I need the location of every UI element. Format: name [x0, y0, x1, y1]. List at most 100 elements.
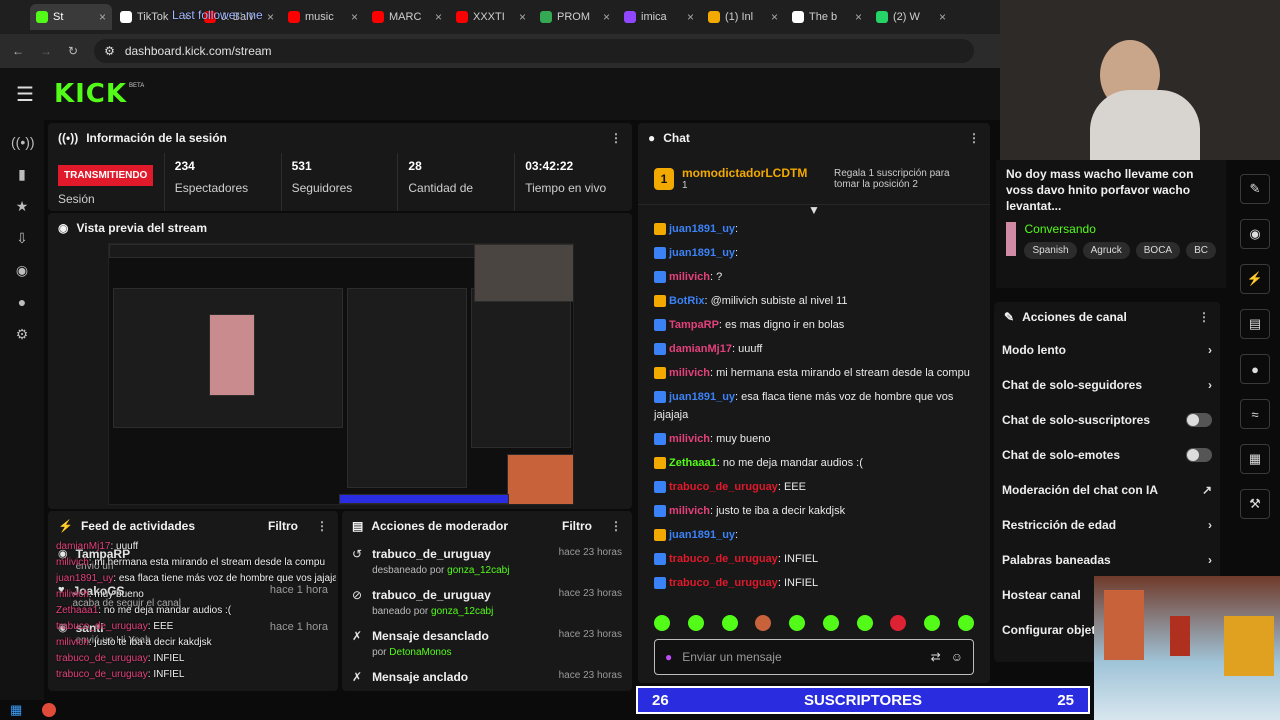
chrome-icon[interactable]: [42, 703, 57, 717]
windows-start-icon[interactable]: ▦: [10, 702, 22, 718]
back-icon[interactable]: ←: [12, 44, 24, 58]
channel-action-item[interactable]: Moderación del chat con IA ↗: [994, 472, 1220, 507]
chat-username[interactable]: milivich: [669, 271, 710, 283]
chat-bubble-icon[interactable]: ●: [1240, 354, 1270, 384]
chat-username[interactable]: damianMj17: [669, 343, 732, 355]
more-icon[interactable]: ⋮: [610, 519, 622, 533]
kick-logo[interactable]: KICK: [54, 79, 127, 109]
close-icon[interactable]: ×: [687, 10, 694, 24]
browser-tab[interactable]: The b ×: [786, 4, 868, 30]
chat-input[interactable]: ● Enviar un mensaje ⇄ ☺: [654, 639, 974, 675]
toggle-switch[interactable]: [1186, 447, 1212, 462]
browser-tab[interactable]: (1) Inl ×: [702, 4, 784, 30]
browser-tab[interactable]: St ×: [30, 4, 112, 30]
emote-icon[interactable]: [924, 615, 941, 631]
gift-cta[interactable]: Regala 1 suscripción para tomar la posic…: [834, 168, 974, 190]
chat-username[interactable]: juan1891_uy: [669, 391, 735, 403]
emote-icon[interactable]: [687, 615, 704, 631]
upload-icon[interactable]: ⇩: [11, 230, 33, 248]
browser-tab[interactable]: XXXTI ×: [450, 4, 532, 30]
layout-icon[interactable]: ▦: [1240, 444, 1270, 474]
mic-icon[interactable]: ●: [665, 650, 672, 664]
close-icon[interactable]: ×: [519, 10, 526, 24]
tag-pill[interactable]: BC: [1186, 242, 1216, 259]
wrench-icon[interactable]: ⚒: [1240, 489, 1270, 519]
broadcast-icon[interactable]: ≈: [1240, 399, 1270, 429]
tag-pill[interactable]: Spanish: [1024, 242, 1077, 259]
browser-tab[interactable]: PROM ×: [534, 4, 616, 30]
category-name[interactable]: Conversando: [1024, 222, 1216, 236]
emote-icon[interactable]: [789, 615, 806, 631]
browser-tab[interactable]: music ×: [282, 4, 364, 30]
stream-preview-video[interactable]: [108, 243, 574, 505]
emote-icon[interactable]: [890, 615, 907, 631]
browser-tab[interactable]: (2) W ×: [870, 4, 952, 30]
browser-tab[interactable]: imica ×: [618, 4, 700, 30]
more-icon[interactable]: ⋮: [1198, 310, 1210, 324]
settings-icon[interactable]: ⚙: [11, 326, 33, 344]
emote-icon[interactable]: [822, 615, 839, 631]
channel-action-item[interactable]: Chat de solo-emotes: [994, 437, 1220, 472]
chat-username[interactable]: BotRix: [669, 295, 704, 307]
channel-action-item[interactable]: Chat de solo-suscriptores: [994, 402, 1220, 437]
emote-icon[interactable]: [721, 615, 738, 631]
emote-icon[interactable]: [957, 615, 974, 631]
community-icon[interactable]: ●: [11, 294, 33, 312]
tag-pill[interactable]: BOCA: [1135, 242, 1181, 259]
tag-pill[interactable]: Agruck: [1082, 242, 1130, 259]
browser-tab[interactable]: MARC ×: [366, 4, 448, 30]
chat-username[interactable]: trabuco_de_uruguay: [669, 553, 778, 565]
chat-username[interactable]: juan1891_uy: [669, 529, 735, 541]
close-icon[interactable]: ×: [855, 10, 862, 24]
close-icon[interactable]: ×: [771, 10, 778, 24]
analytics-icon[interactable]: ▮: [11, 166, 33, 184]
chat-username[interactable]: TampaRP: [669, 319, 719, 331]
chat-username[interactable]: Zethaaa1: [669, 457, 717, 469]
more-icon[interactable]: ⋮: [968, 131, 980, 145]
menu-icon[interactable]: ☰: [16, 82, 34, 107]
translate-icon[interactable]: ⇄: [931, 650, 941, 664]
close-icon[interactable]: ×: [939, 10, 946, 24]
mod-action-by[interactable]: gonza_12cabj: [447, 565, 509, 576]
chat-username[interactable]: juan1891_uy: [669, 247, 735, 259]
close-icon[interactable]: ×: [99, 10, 106, 24]
forward-icon[interactable]: →: [40, 44, 52, 58]
reload-icon[interactable]: ↻: [68, 44, 78, 58]
chat-username[interactable]: milivich: [669, 505, 710, 517]
feed-filter-button[interactable]: Filtro: [268, 519, 298, 533]
mod-filter-button[interactable]: Filtro: [562, 519, 592, 533]
emote-icon[interactable]: [856, 615, 873, 631]
bolt-icon[interactable]: ⚡: [1240, 264, 1270, 294]
close-icon[interactable]: ×: [267, 10, 274, 24]
close-icon[interactable]: ×: [435, 10, 442, 24]
channel-action-item[interactable]: Chat de solo-seguidores ›: [994, 367, 1220, 402]
emote-icon[interactable]: [654, 615, 670, 631]
url-field[interactable]: ⚙ dashboard.kick.com/stream: [94, 39, 975, 63]
chat-username[interactable]: milivich: [669, 367, 710, 379]
more-icon[interactable]: ⋮: [610, 131, 622, 145]
chat-username[interactable]: juan1891_uy: [669, 223, 735, 235]
trophy-icon[interactable]: ★: [11, 198, 33, 216]
channel-action-item[interactable]: Restricción de edad ›: [994, 507, 1220, 542]
toggle-switch[interactable]: [1186, 412, 1212, 427]
scroll-down-icon[interactable]: ▼: [638, 204, 990, 217]
mod-action-by[interactable]: gonza_12cabj: [431, 606, 493, 617]
chat-username[interactable]: trabuco_de_uruguay: [669, 481, 778, 493]
chat-message: juan1891_uy: esa flaca tiene más voz de …: [638, 385, 990, 427]
document-icon[interactable]: ▤: [1240, 309, 1270, 339]
channel-action-item[interactable]: Palabras baneadas ›: [994, 542, 1220, 577]
pencil-icon[interactable]: ✎: [1240, 174, 1270, 204]
more-icon[interactable]: ⋮: [316, 519, 328, 533]
channel-action-item[interactable]: Modo lento ›: [994, 332, 1220, 367]
mod-action-by[interactable]: DetonaMonos: [389, 647, 451, 658]
stream-icon[interactable]: ((•)): [11, 134, 35, 152]
moderation-icon[interactable]: ◉: [11, 262, 33, 280]
chat-username[interactable]: trabuco_de_uruguay: [669, 577, 778, 589]
emote-icon[interactable]: [755, 615, 772, 631]
close-icon[interactable]: ×: [603, 10, 610, 24]
camera-icon[interactable]: ◉: [1240, 219, 1270, 249]
close-icon[interactable]: ×: [351, 10, 358, 24]
emoji-icon[interactable]: ☺: [951, 650, 963, 664]
chat-username[interactable]: milivich: [669, 433, 710, 445]
site-info-icon[interactable]: ⚙: [104, 44, 115, 58]
